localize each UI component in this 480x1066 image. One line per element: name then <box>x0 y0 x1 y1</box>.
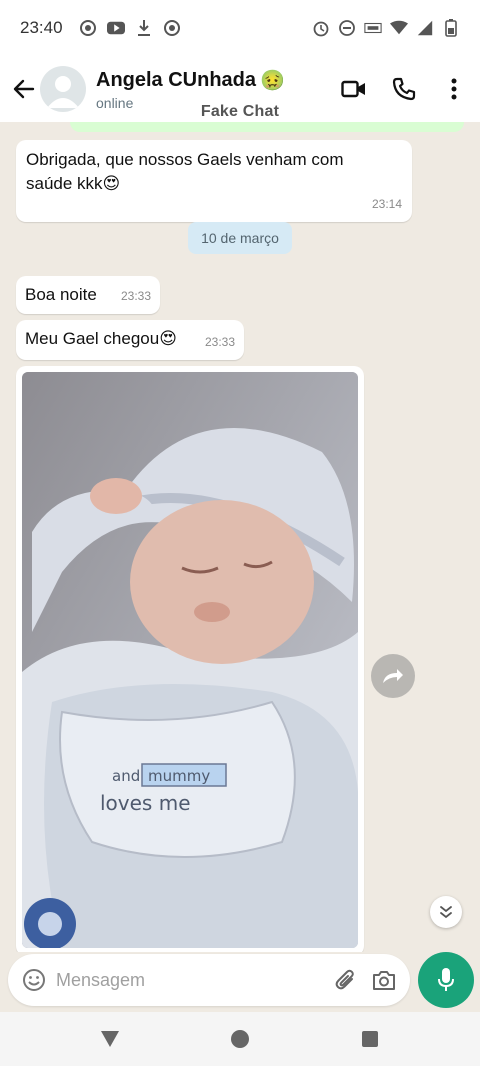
double-chevron-down-icon <box>440 906 452 919</box>
chat-area[interactable]: Obrigada, que nossos Gaels venham com sa… <box>0 122 480 952</box>
more-options-button[interactable] <box>436 71 472 107</box>
download-icon <box>135 19 153 37</box>
arrow-left-icon <box>13 79 35 99</box>
camera-icon <box>373 971 395 990</box>
message-input[interactable] <box>56 969 332 991</box>
contact-emoji: 🤢 <box>260 69 285 92</box>
nav-back-button[interactable] <box>45 1012 175 1066</box>
alarm-icon <box>312 19 330 37</box>
outgoing-bubble-edge <box>70 122 464 132</box>
attach-button[interactable] <box>332 966 360 994</box>
message-text: Meu Gael chegou😍 <box>25 329 177 348</box>
focus-icon <box>79 19 97 37</box>
nav-recents-square-icon <box>362 1031 378 1047</box>
microphone-icon <box>438 968 454 991</box>
emoji-smiley-icon <box>23 969 45 991</box>
signal-5g-icon <box>416 19 434 37</box>
focus-icon <box>163 19 181 37</box>
svg-text:and: and <box>112 767 140 785</box>
paperclip-icon <box>335 969 354 990</box>
date-divider: 10 de março <box>188 222 292 254</box>
scroll-to-bottom-button[interactable] <box>430 896 462 928</box>
status-left: 23:40 <box>20 18 181 38</box>
youtube-icon <box>106 19 125 37</box>
svg-text:loves me: loves me <box>100 791 191 815</box>
battery-icon <box>442 19 460 37</box>
video-camera-icon <box>341 80 365 98</box>
message-time: 23:14 <box>371 197 402 211</box>
video-call-button[interactable] <box>336 71 372 107</box>
header-actions <box>336 71 472 107</box>
contact-name: Angela CUnhada <box>96 68 257 91</box>
system-nav-bar <box>0 1012 480 1066</box>
nav-back-triangle-icon <box>101 1031 119 1047</box>
phone-icon <box>392 77 416 101</box>
incoming-message[interactable]: Obrigada, que nossos Gaels venham com sa… <box>16 140 412 222</box>
kebab-menu-icon <box>451 78 457 100</box>
status-right <box>312 19 460 37</box>
contact-name-row: Angela CUnhada 🤢 <box>96 68 285 93</box>
volte-icon <box>364 19 382 37</box>
incoming-message[interactable]: Boa noite 23:33 <box>16 276 160 314</box>
forward-icon <box>383 669 403 683</box>
nav-recents-button[interactable] <box>305 1012 435 1066</box>
voice-message-button[interactable] <box>418 952 474 1008</box>
incoming-message[interactable]: Meu Gael chegou😍 23:33 <box>16 320 244 360</box>
wifi-icon <box>390 19 408 37</box>
forward-button[interactable] <box>371 654 415 698</box>
message-composer <box>8 954 410 1006</box>
nav-home-button[interactable] <box>175 1012 305 1066</box>
nav-home-circle-icon <box>231 1030 249 1048</box>
baby-photo-illustration: and mummy loves me <box>22 372 358 948</box>
svg-text:mummy: mummy <box>148 767 210 785</box>
voice-call-button[interactable] <box>386 71 422 107</box>
status-time: 23:40 <box>20 18 63 37</box>
message-text: Obrigada, que nossos Gaels venham com sa… <box>26 150 344 193</box>
message-time: 23:33 <box>120 289 151 303</box>
dnd-icon <box>338 19 356 37</box>
baby-photo[interactable]: and mummy loves me <box>22 372 358 948</box>
status-bar: 23:40 <box>0 0 480 56</box>
emoji-button[interactable] <box>20 966 48 994</box>
camera-button[interactable] <box>370 966 398 994</box>
message-text: Boa noite <box>25 285 97 304</box>
message-time: 23:33 <box>204 335 235 349</box>
fake-chat-watermark: Fake Chat <box>200 103 280 120</box>
date-divider-label: 10 de março <box>201 230 279 246</box>
